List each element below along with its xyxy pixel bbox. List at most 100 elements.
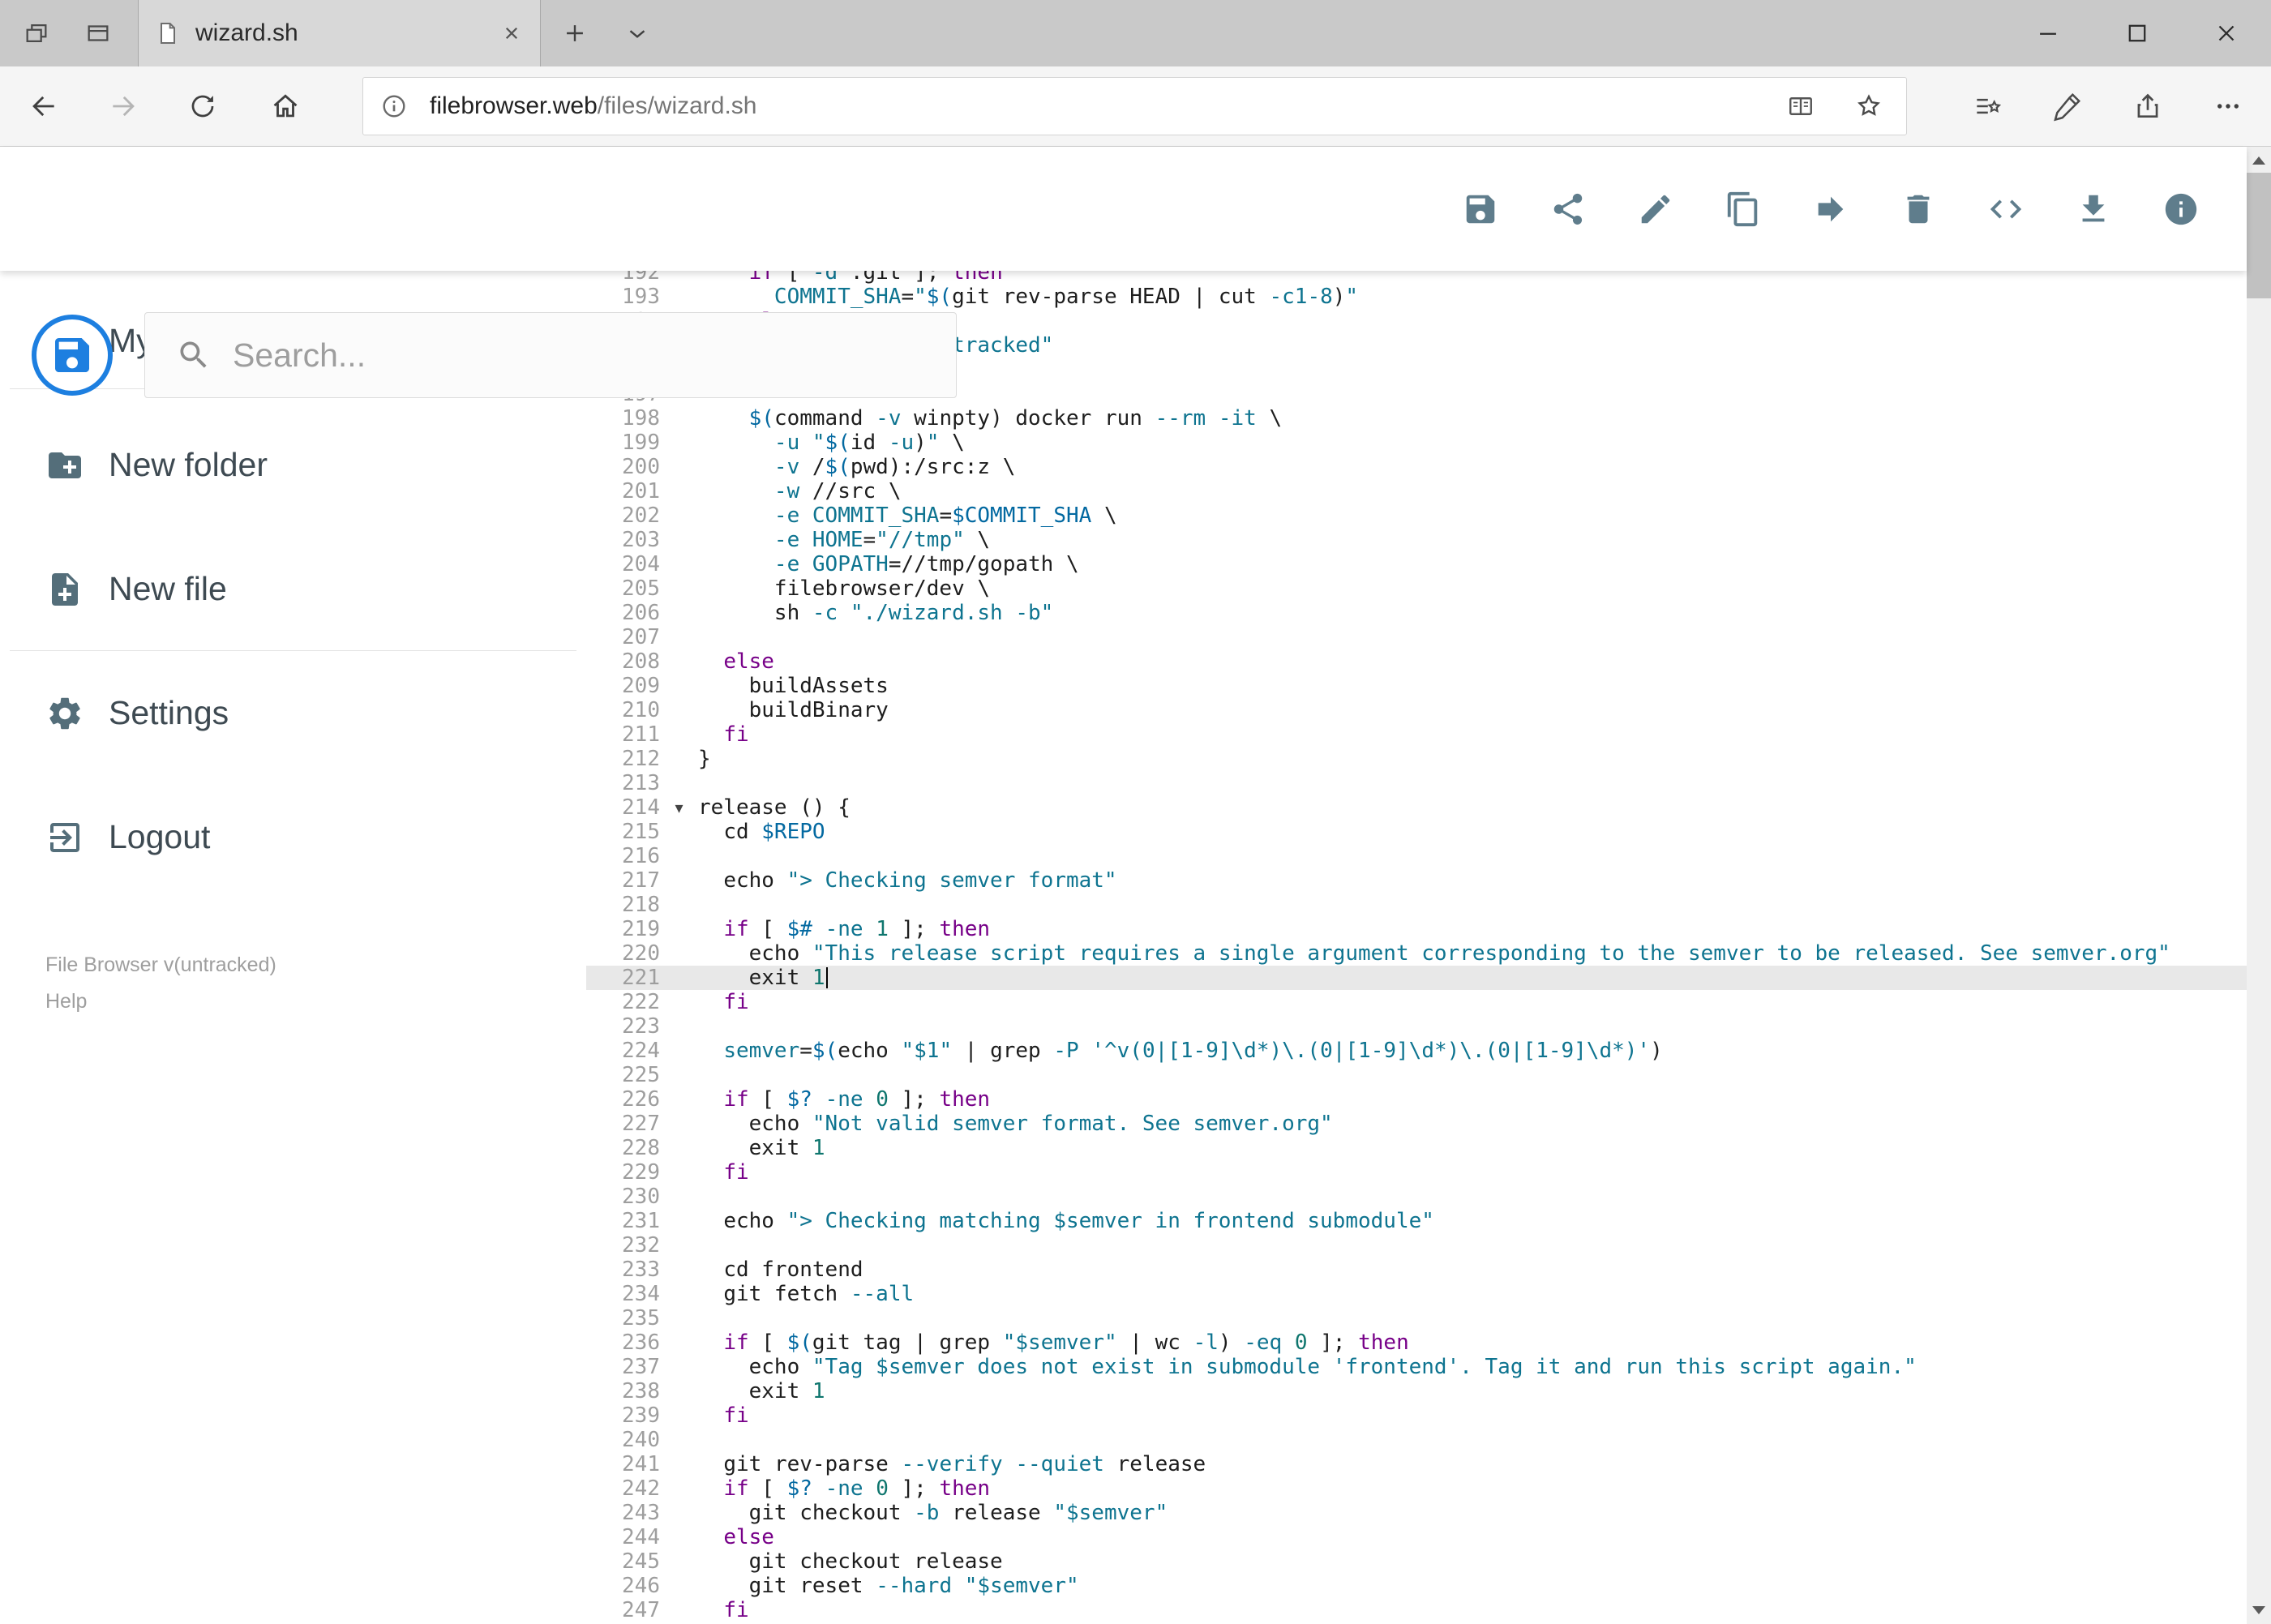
minimize-button[interactable]	[2003, 0, 2093, 66]
tab-close-icon[interactable]	[499, 21, 524, 45]
tabs-aside-button[interactable]	[6, 0, 67, 66]
code-line[interactable]: 235	[586, 1306, 2247, 1330]
scroll-down-arrow[interactable]	[2247, 1596, 2271, 1624]
code-line[interactable]: 226 if [ $? -ne 0 ]; then	[586, 1087, 2247, 1112]
code-line[interactable]: 241 git rev-parse --verify --quiet relea…	[586, 1452, 2247, 1476]
sidebar-item-logout[interactable]: Logout	[0, 775, 586, 899]
code-line[interactable]: 206 sh -c "./wizard.sh -b"	[586, 601, 2247, 625]
search-input[interactable]	[233, 336, 932, 375]
code-line[interactable]: 198 $(command -v winpty) docker run --rm…	[586, 406, 2247, 431]
code-line[interactable]: 242 if [ $? -ne 0 ]; then	[586, 1476, 2247, 1501]
code-line[interactable]: 215 cd $REPO	[586, 820, 2247, 844]
code-line[interactable]: 238 exit 1	[586, 1379, 2247, 1403]
download-icon[interactable]	[2075, 191, 2112, 228]
close-button[interactable]	[2182, 0, 2271, 66]
code-line[interactable]: 240	[586, 1428, 2247, 1452]
search-box[interactable]	[144, 312, 957, 398]
code-line[interactable]: 207	[586, 625, 2247, 649]
copy-icon[interactable]	[1725, 191, 1762, 228]
info-icon[interactable]	[2162, 191, 2200, 228]
code-line[interactable]: 223	[586, 1014, 2247, 1039]
code-line[interactable]: 236 if [ $(git tag | grep "$semver" | wc…	[586, 1330, 2247, 1355]
code-line[interactable]: 246 git reset --hard "$semver"	[586, 1574, 2247, 1598]
code-line[interactable]: 225	[586, 1063, 2247, 1087]
code-line[interactable]: 213	[586, 771, 2247, 795]
share-button[interactable]	[2107, 66, 2187, 146]
code-line[interactable]: 221 exit 1	[586, 966, 2247, 990]
line-number: 233	[622, 1258, 660, 1282]
refresh-button[interactable]	[172, 66, 234, 146]
code-line[interactable]: 210 buildBinary	[586, 698, 2247, 722]
code-line[interactable]: 209 buildAssets	[586, 674, 2247, 698]
back-button[interactable]	[13, 66, 75, 146]
sidebar-item-new-file[interactable]: New file	[0, 527, 586, 651]
share-icon[interactable]	[1549, 191, 1587, 228]
help-link[interactable]: Help	[45, 987, 276, 1016]
code-line[interactable]: 239 fi	[586, 1403, 2247, 1428]
delete-icon[interactable]	[1900, 191, 1937, 228]
home-button[interactable]	[255, 66, 316, 146]
raw-code-icon[interactable]	[1987, 191, 2025, 228]
hub-button[interactable]	[1947, 66, 2027, 146]
code-line[interactable]: 192 if [ -d .git ]; then	[586, 271, 2247, 285]
code-line[interactable]: 245 git checkout release	[586, 1549, 2247, 1574]
filebrowser-logo[interactable]	[32, 315, 113, 396]
code-line[interactable]: 229 fi	[586, 1160, 2247, 1185]
code-line[interactable]: 232	[586, 1233, 2247, 1258]
code-line[interactable]: 193 COMMIT_SHA="$(git rev-parse HEAD | c…	[586, 285, 2247, 309]
scrollbar-thumb[interactable]	[2247, 173, 2271, 298]
browser-tab[interactable]: wizard.sh	[138, 0, 541, 66]
more-button[interactable]	[2187, 66, 2268, 146]
code-line[interactable]: 228 exit 1	[586, 1136, 2247, 1160]
code-line[interactable]: 201 -w //src \	[586, 479, 2247, 503]
fold-marker-icon[interactable]: ▾	[660, 795, 698, 820]
maximize-button[interactable]	[2093, 0, 2182, 66]
code-line[interactable]: 205 filebrowser/dev \	[586, 576, 2247, 601]
code-line[interactable]: 219 if [ $# -ne 1 ]; then	[586, 917, 2247, 941]
edit-icon[interactable]	[1637, 191, 1674, 228]
sidebar-item-new-folder[interactable]: New folder	[0, 403, 586, 527]
tab-previews-button[interactable]	[67, 0, 129, 66]
code-line[interactable]: 203 -e HOME="//tmp" \	[586, 528, 2247, 552]
code-line[interactable]: 200 -v /$(pwd):/src:z \	[586, 455, 2247, 479]
code-line[interactable]: 218	[586, 893, 2247, 917]
page-scrollbar[interactable]	[2247, 147, 2271, 1624]
code-line[interactable]: 244 else	[586, 1525, 2247, 1549]
code-line[interactable]: 222 fi	[586, 990, 2247, 1014]
code-line[interactable]: 227 echo "Not valid semver format. See s…	[586, 1112, 2247, 1136]
version-text: File Browser v(untracked)	[45, 953, 276, 976]
move-icon[interactable]	[1812, 191, 1849, 228]
code-line[interactable]: 208 else	[586, 649, 2247, 674]
code-line[interactable]: 224 semver=$(echo "$1" | grep -P '^v(0|[…	[586, 1039, 2247, 1063]
code-line[interactable]: 243 git checkout -b release "$semver"	[586, 1501, 2247, 1525]
code-line[interactable]: 217 echo "> Checking semver format"	[586, 868, 2247, 893]
favorites-star-icon[interactable]	[1854, 92, 1883, 121]
code-line[interactable]: 231 echo "> Checking matching $semver in…	[586, 1209, 2247, 1233]
save-icon[interactable]	[1462, 191, 1499, 228]
code-line[interactable]: 216	[586, 844, 2247, 868]
tab-list-dropdown-button[interactable]	[614, 0, 661, 66]
scroll-up-arrow[interactable]	[2247, 147, 2271, 174]
url-text[interactable]: filebrowser.web/files/wizard.sh	[430, 92, 1786, 120]
code-editor[interactable]: 192 if [ -d .git ]; then 193 COMMIT_SHA="…	[586, 271, 2247, 1624]
address-bar[interactable]: filebrowser.web/files/wizard.sh	[362, 77, 1907, 135]
code-line[interactable]: 199 -u "$(id -u)" \	[586, 431, 2247, 455]
code-line[interactable]: 247 fi	[586, 1598, 2247, 1622]
code-line[interactable]: 204 -e GOPATH=//tmp/gopath \	[586, 552, 2247, 576]
code-line[interactable]: 202 -e COMMIT_SHA=$COMMIT_SHA \	[586, 503, 2247, 528]
new-tab-button[interactable]	[551, 0, 598, 66]
sidebar-item-settings[interactable]: Settings	[0, 651, 586, 775]
reading-view-icon[interactable]	[1786, 92, 1815, 121]
code-line[interactable]: 230	[586, 1185, 2247, 1209]
web-note-button[interactable]	[2027, 66, 2107, 146]
code-line[interactable]: 237 echo "Tag $semver does not exist in …	[586, 1355, 2247, 1379]
code-line[interactable]: 212}	[586, 747, 2247, 771]
code-line[interactable]: 214 ▾ release () {	[586, 795, 2247, 820]
code-line[interactable]: 211 fi	[586, 722, 2247, 747]
code-line[interactable]: 220 echo "This release script requires a…	[586, 941, 2247, 966]
site-info-icon[interactable]	[379, 92, 409, 121]
line-number: 231	[622, 1209, 660, 1233]
forward-button[interactable]	[92, 66, 154, 146]
code-line[interactable]: 233 cd frontend	[586, 1258, 2247, 1282]
code-line[interactable]: 234 git fetch --all	[586, 1282, 2247, 1306]
